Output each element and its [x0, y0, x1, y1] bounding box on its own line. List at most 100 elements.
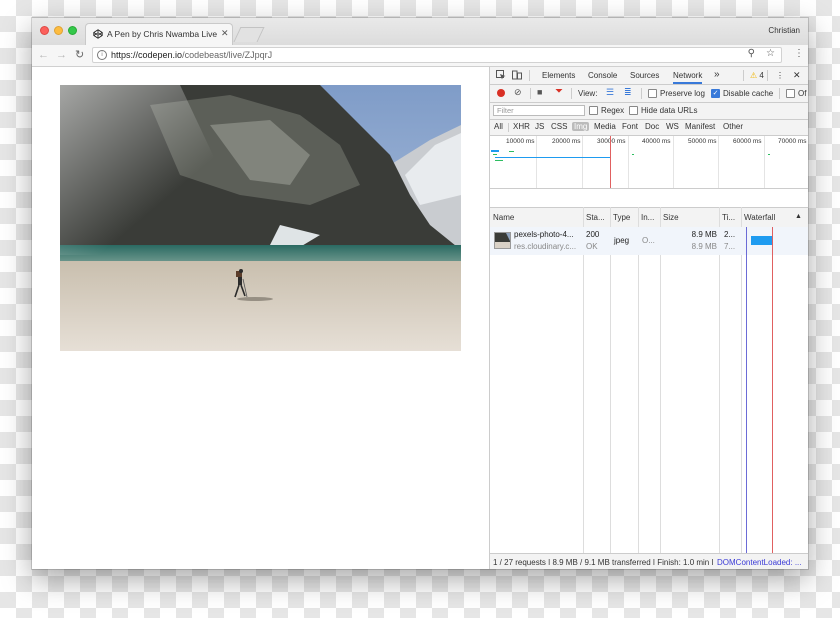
browser-window: A Pen by Chris Nwamba Live P ✕ Christian… [32, 18, 808, 569]
large-rows-icon[interactable]: ☰ [606, 87, 614, 98]
offline-label: Of [798, 89, 807, 98]
network-toolbar: ⊘ ■ ⏷ View: ☰ ≣ Preserve log ✓ Disable c… [490, 85, 808, 103]
tab-network[interactable]: Network [673, 71, 703, 84]
warning-count: 4 [759, 71, 764, 80]
tab-close-icon[interactable]: ✕ [221, 28, 229, 39]
type-other[interactable]: Other [723, 122, 743, 131]
preserve-log-label: Preserve log [660, 89, 705, 98]
request-summary: 1 / 27 requests ǀ 8.9 MB / 9.1 MB transf… [493, 558, 714, 567]
hide-data-urls-label: Hide data URLs [641, 106, 698, 115]
dom-content-loaded-line [746, 227, 747, 553]
request-size: 8.9 MB [691, 230, 717, 239]
browser-menu-icon[interactable]: ⋮ [794, 48, 804, 59]
filter-bar: Filter Regex Hide data URLs [490, 103, 808, 120]
request-time: 2... [724, 230, 736, 239]
browser-tab[interactable]: A Pen by Chris Nwamba Live P ✕ [85, 23, 233, 45]
bookmark-star-icon[interactable]: ☆ [766, 48, 775, 59]
request-status-text: OK [586, 242, 598, 251]
type-font[interactable]: Font [622, 122, 638, 131]
overview-tick: 50000 ms [688, 138, 717, 145]
overview-tick: 20000 ms [552, 138, 581, 145]
network-status-bar: 1 / 27 requests ǀ 8.9 MB / 9.1 MB transf… [490, 553, 808, 569]
col-size[interactable]: Size [663, 213, 679, 222]
tab-title: A Pen by Chris Nwamba Live P [107, 29, 219, 39]
minimize-window-button[interactable] [54, 26, 63, 35]
close-devtools-icon[interactable]: ✕ [793, 70, 801, 81]
address-bar[interactable]: i https://codepen.io/codebeast/live/ZJpq… [92, 47, 782, 63]
tab-elements[interactable]: Elements [542, 71, 575, 80]
request-name[interactable]: pexels-photo-4... [514, 230, 574, 239]
col-waterfall[interactable]: Waterfall [744, 213, 775, 222]
filter-input[interactable]: Filter [493, 105, 585, 116]
disable-cache-checkbox[interactable]: ✓ [711, 89, 720, 98]
type-doc[interactable]: Doc [645, 122, 659, 131]
request-latency: 7... [724, 242, 736, 251]
record-icon[interactable] [497, 89, 505, 97]
type-css[interactable]: CSS [551, 122, 567, 131]
preserve-log-checkbox[interactable] [648, 89, 657, 98]
disable-cache-label: Disable cache [723, 89, 774, 98]
reload-icon[interactable]: ↻ [75, 48, 84, 62]
forward-arrow-icon[interactable]: → [56, 48, 67, 62]
regex-checkbox[interactable] [589, 106, 598, 115]
type-media[interactable]: Media [594, 122, 616, 131]
tab-console[interactable]: Console [588, 71, 617, 80]
request-initiator[interactable]: O... [642, 236, 655, 245]
type-js[interactable]: JS [535, 122, 544, 131]
request-row[interactable]: pexels-photo-4... res.cloudinary.c... 20… [490, 227, 808, 255]
url-text[interactable]: https://codepen.io/codebeast/live/ZJpqrJ [111, 50, 272, 60]
close-window-button[interactable] [40, 26, 49, 35]
request-domain: res.cloudinary.c... [514, 242, 577, 251]
title-bar: A Pen by Chris Nwamba Live P ✕ Christian [32, 18, 808, 45]
network-overview[interactable]: 10000 ms 20000 ms 30000 ms 40000 ms 5000… [490, 136, 808, 189]
waterfall-bar[interactable] [751, 236, 772, 245]
col-name[interactable]: Name [493, 213, 514, 222]
devtools-tab-bar: Elements Console Sources Network » ⚠ 4 ⋮… [490, 67, 808, 85]
zoom-window-button[interactable] [68, 26, 77, 35]
overview-icon[interactable]: ≣ [624, 87, 632, 98]
request-status-code: 200 [586, 230, 600, 239]
devtools-panel: Elements Console Sources Network » ⚠ 4 ⋮… [489, 67, 808, 569]
new-tab-button[interactable] [233, 27, 265, 42]
devtools-menu-icon[interactable]: ⋮ [776, 71, 784, 80]
overview-tick: 40000 ms [642, 138, 671, 145]
type-all[interactable]: All [494, 122, 503, 131]
page-viewport [32, 67, 489, 569]
codepen-icon [93, 29, 103, 39]
inspect-element-icon[interactable] [496, 70, 506, 82]
type-manifest[interactable]: Manifest [685, 122, 715, 131]
warning-icon: ⚠ [750, 71, 758, 80]
clear-icon[interactable]: ⊘ [514, 87, 522, 98]
back-arrow-icon[interactable]: ← [38, 48, 49, 62]
more-tabs-icon[interactable]: » [714, 69, 720, 80]
zoom-icon[interactable]: ⚲ [748, 48, 755, 59]
regex-label: Regex [601, 106, 625, 115]
col-time[interactable]: Ti... [722, 213, 735, 222]
info-icon[interactable]: i [97, 50, 107, 60]
col-initiator[interactable]: In... [641, 213, 654, 222]
hiker-landscape-photo [60, 85, 461, 351]
resource-type-filter: All XHR JS CSS Img Media Font Doc WS Man… [490, 120, 808, 136]
browser-toolbar: ← → ↻ i https://codepen.io/codebeast/liv… [32, 45, 808, 67]
type-ws[interactable]: WS [666, 122, 679, 131]
warning-badge[interactable]: ⚠ 4 [750, 71, 764, 80]
profile-name[interactable]: Christian [768, 26, 800, 35]
view-label: View: [578, 89, 598, 98]
type-xhr[interactable]: XHR [513, 122, 530, 131]
url-path: /codebeast/live/ZJpqrJ [182, 50, 273, 60]
filter-icon[interactable]: ⏷ [555, 86, 563, 97]
url-host: https://codepen.io [111, 50, 183, 60]
requests-table-header: Name Sta... Type In... Size Ti... Waterf… [490, 207, 808, 228]
overview-tick: 70000 ms [778, 138, 807, 145]
device-toolbar-icon[interactable] [512, 70, 522, 82]
col-status[interactable]: Sta... [586, 213, 605, 222]
type-img[interactable]: Img [572, 122, 590, 131]
tab-sources[interactable]: Sources [630, 71, 659, 80]
sort-arrow-icon[interactable]: ▲ [795, 213, 802, 220]
offline-checkbox[interactable] [786, 89, 795, 98]
hide-data-urls-checkbox[interactable] [629, 106, 638, 115]
col-type[interactable]: Type [613, 213, 630, 222]
filter-placeholder: Filter [497, 106, 514, 115]
capture-screenshots-icon[interactable]: ■ [537, 87, 542, 97]
image-thumbnail [494, 232, 511, 249]
